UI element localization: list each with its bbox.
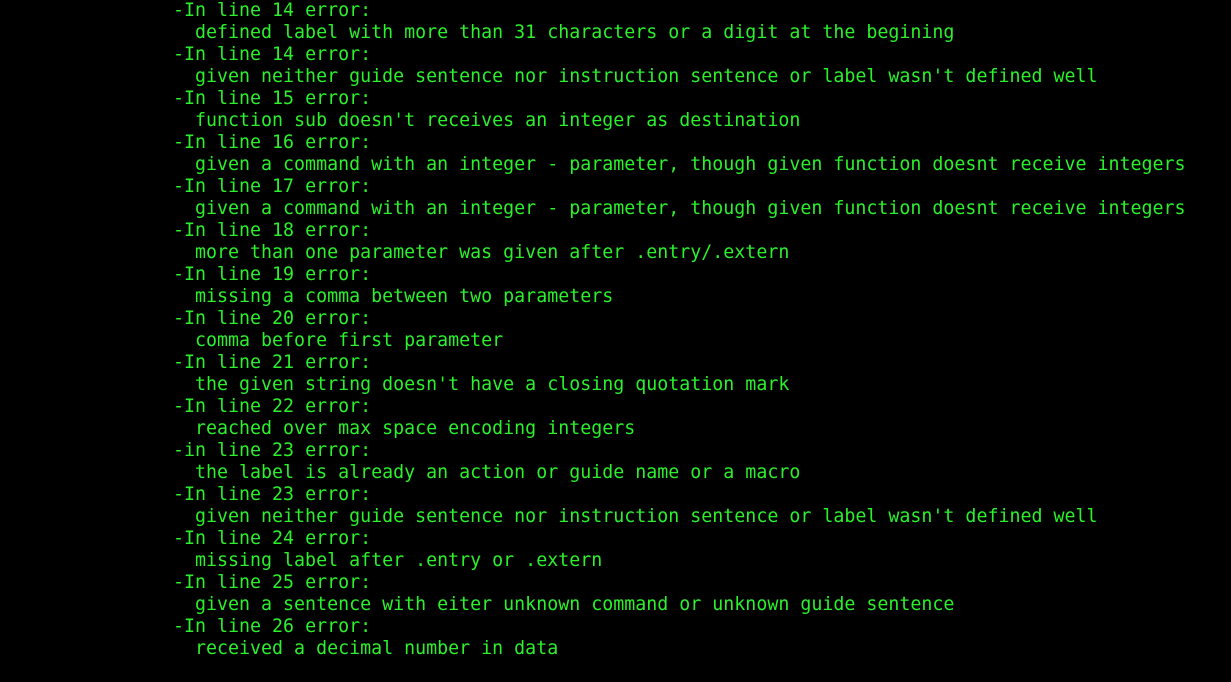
error-header: -In line 26 error: (173, 616, 372, 637)
error-message: more than one parameter was given after … (195, 242, 790, 263)
error-header: -In line 14 error: (173, 0, 372, 21)
error-header: -In line 23 error: (173, 484, 372, 505)
error-message: given neither guide sentence nor instruc… (195, 506, 1098, 527)
error-header: -In line 15 error: (173, 88, 372, 109)
error-message: received a decimal number in data (195, 638, 559, 659)
error-header: -In line 19 error: (173, 264, 372, 285)
terminal-output: -In line 14 error: defined label with mo… (0, 0, 1231, 682)
error-header: -In line 20 error: (173, 308, 372, 329)
error-message: defined label with more than 31 characte… (195, 22, 955, 43)
error-header: -In line 17 error: (173, 176, 372, 197)
error-message: the label is already an action or guide … (195, 462, 801, 483)
error-header: -In line 14 error: (173, 44, 372, 65)
error-header: -In line 16 error: (173, 132, 372, 153)
error-header: -In line 22 error: (173, 396, 372, 417)
error-message: given neither guide sentence nor instruc… (195, 66, 1098, 87)
error-message: missing a comma between two parameters (195, 286, 614, 307)
error-message: given a command with an integer - parame… (195, 198, 1186, 219)
error-header: -In line 24 error: (173, 528, 372, 549)
error-message: the given string doesn't have a closing … (195, 374, 790, 395)
error-header: -In line 21 error: (173, 352, 372, 373)
error-message: comma before first parameter (195, 330, 504, 351)
error-message: given a sentence with eiter unknown comm… (195, 594, 955, 615)
error-header: -in line 23 error: (173, 440, 372, 461)
error-message: missing label after .entry or .extern (195, 550, 603, 571)
error-message: function sub doesn't receives an integer… (195, 110, 801, 131)
error-header: -In line 25 error: (173, 572, 372, 593)
error-header: -In line 18 error: (173, 220, 372, 241)
error-message: reached over max space encoding integers (195, 418, 636, 439)
error-message: given a command with an integer - parame… (195, 154, 1186, 175)
